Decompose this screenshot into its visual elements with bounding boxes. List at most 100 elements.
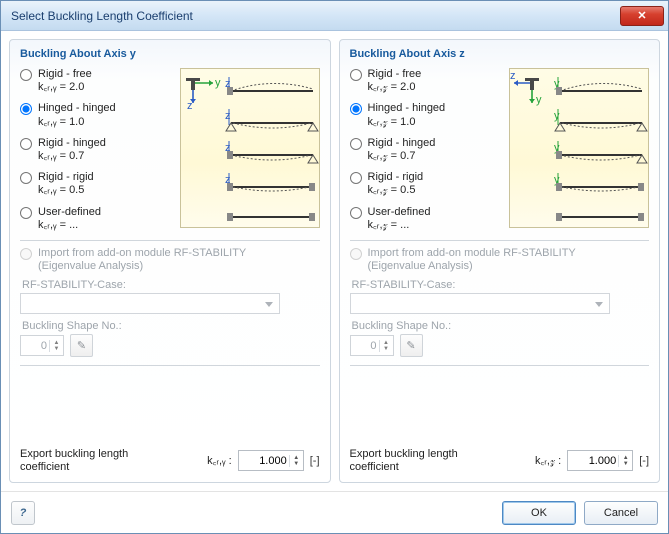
radio-sub: k꜀ᵣ,𝓏 = 2.0 <box>368 81 422 94</box>
divider <box>20 365 320 366</box>
shape-number-stepper-y: 0 ▲▼ <box>20 335 64 356</box>
panel-axis-y: Buckling About Axis y Rigid - freek꜀ᵣ,ᵧ … <box>9 39 331 483</box>
chevron-down-icon[interactable]: ▼ <box>290 461 303 467</box>
radio-rigid-hinged-y[interactable]: Rigid - hingedk꜀ᵣ,ᵧ = 0.7 <box>20 137 174 163</box>
kcr-input-y[interactable]: 1.000 ▲▼ <box>238 450 304 471</box>
panel-title-z: Buckling About Axis z <box>350 46 650 62</box>
radio-sub: k꜀ᵣ,𝓏 = 1.0 <box>368 116 446 129</box>
export-label-z: Export buckling length coefficient <box>350 448 460 474</box>
diagram-z: z y y y <box>509 68 649 228</box>
radio-label: Rigid - free <box>38 68 92 80</box>
radio-sub: k꜀ᵣ,𝓏 = 0.5 <box>368 184 424 197</box>
stability-case-select-z <box>350 293 610 314</box>
radio-rigid-free-y[interactable]: Rigid - freek꜀ᵣ,ᵧ = 2.0 <box>20 68 174 94</box>
shape-label-y: Buckling Shape No.: <box>22 320 320 332</box>
help-button[interactable]: ? <box>11 501 35 525</box>
footer: ? OK Cancel <box>1 491 668 533</box>
button-label: Cancel <box>604 507 638 519</box>
pick-shape-button-z: ✎ <box>400 334 423 357</box>
radio-rigid-rigid-y[interactable]: Rigid - rigidk꜀ᵣ,ᵧ = 0.5 <box>20 171 174 197</box>
radio-sub: k꜀ᵣ,ᵧ = 2.0 <box>38 81 92 94</box>
divider <box>350 240 650 241</box>
case-label-y: RF-STABILITY-Case: <box>22 279 320 291</box>
ok-button[interactable]: OK <box>502 501 576 525</box>
radio-sub: k꜀ᵣ,ᵧ = 1.0 <box>38 116 116 129</box>
window-title: Select Buckling Length Coefficient <box>11 9 193 23</box>
radio-user-defined-z[interactable]: User-definedk꜀ᵣ,𝓏 = ... <box>350 206 504 232</box>
svg-text:z: z <box>225 110 231 122</box>
radio-label: Hinged - hinged <box>368 102 446 114</box>
radio-sub: k꜀ᵣ,𝓏 = 0.7 <box>368 150 436 163</box>
svg-text:y: y <box>536 94 542 106</box>
radio-list-y: Rigid - freek꜀ᵣ,ᵧ = 2.0 Hinged - hinged k… <box>20 68 174 232</box>
import-block-z: Import from add-on module RF-STABILITY (… <box>350 247 650 357</box>
radio-input[interactable] <box>20 172 32 184</box>
radio-sub: k꜀ᵣ,ᵧ = ... <box>38 219 101 232</box>
svg-text:z: z <box>187 100 193 112</box>
help-icon: ? <box>20 507 27 519</box>
radio-rigid-hinged-z[interactable]: Rigid - hingedk꜀ᵣ,𝓏 = 0.7 <box>350 137 504 163</box>
radio-list-z: Rigid - freek꜀ᵣ,𝓏 = 2.0 Hinged - hinged k… <box>350 68 504 232</box>
case-label-z: RF-STABILITY-Case: <box>352 279 650 291</box>
radio-input[interactable] <box>350 138 362 150</box>
radio-input[interactable] <box>350 69 362 81</box>
radio-input[interactable] <box>350 207 362 219</box>
panel-title-y: Buckling About Axis y <box>20 46 320 62</box>
svg-text:y: y <box>215 77 221 89</box>
kcr-input-z[interactable]: 1.000 ▲▼ <box>567 450 633 471</box>
radio-user-defined-y[interactable]: User-definedk꜀ᵣ,ᵧ = ... <box>20 206 174 232</box>
radio-label: User-defined <box>38 206 101 218</box>
button-label: OK <box>531 507 547 519</box>
panel-axis-z: Buckling About Axis z Rigid - freek꜀ᵣ,𝓏 … <box>339 39 661 483</box>
close-button[interactable]: ✕ <box>620 6 664 26</box>
radio-input[interactable] <box>20 138 32 150</box>
divider <box>350 365 650 366</box>
radio-input[interactable] <box>20 69 32 81</box>
radio-sub: k꜀ᵣ,ᵧ = 0.7 <box>38 150 106 163</box>
radio-label: Rigid - hinged <box>38 137 106 149</box>
radio-label: Rigid - free <box>368 68 422 80</box>
cancel-button[interactable]: Cancel <box>584 501 658 525</box>
wand-icon: ✎ <box>77 339 86 352</box>
radio-hinged-hinged-z[interactable]: Hinged - hinged k꜀ᵣ,𝓏 = 1.0 <box>350 102 504 128</box>
radio-import-y: Import from add-on module RF-STABILITY (… <box>20 247 320 273</box>
stepper-value: 0 <box>21 340 49 352</box>
export-row-z: Export buckling length coefficient k꜀ᵣ,𝓏… <box>350 440 650 474</box>
radio-label: Hinged - hinged <box>38 102 116 114</box>
export-row-y: Export buckling length coefficient k꜀ᵣ,ᵧ… <box>20 440 320 474</box>
titlebar: Select Buckling Length Coefficient ✕ <box>1 1 668 31</box>
wand-icon: ✎ <box>406 339 415 352</box>
svg-text:y: y <box>554 110 560 122</box>
radio-sub: k꜀ᵣ,𝓏 = ... <box>368 219 431 232</box>
divider <box>20 240 320 241</box>
diagram-y: y z z <box>180 68 320 228</box>
input-value: 1.000 <box>239 455 289 467</box>
unit-z: [-] <box>639 455 649 467</box>
radio-input[interactable] <box>20 207 32 219</box>
export-label-y: Export buckling length coefficient <box>20 448 130 474</box>
radio-label: Rigid - hinged <box>368 137 436 149</box>
radio-rigid-rigid-z[interactable]: Rigid - rigidk꜀ᵣ,𝓏 = 0.5 <box>350 171 504 197</box>
radio-import-z: Import from add-on module RF-STABILITY (… <box>350 247 650 273</box>
content-area: Buckling About Axis y Rigid - freek꜀ᵣ,ᵧ … <box>1 31 668 491</box>
radio-input[interactable] <box>350 172 362 184</box>
dialog-window: Select Buckling Length Coefficient ✕ Buc… <box>0 0 669 534</box>
radio-input <box>350 248 362 260</box>
radio-sub: k꜀ᵣ,ᵧ = 0.5 <box>38 184 94 197</box>
input-value: 1.000 <box>568 455 618 467</box>
radio-input[interactable] <box>20 103 32 115</box>
chevron-down-icon: ▼ <box>50 346 63 352</box>
stability-case-select-y <box>20 293 280 314</box>
pick-shape-button-y: ✎ <box>70 334 93 357</box>
unit-y: [-] <box>310 455 320 467</box>
svg-text:z: z <box>510 70 516 82</box>
kcr-symbol-y: k꜀ᵣ,ᵧ : <box>207 453 232 468</box>
chevron-down-icon[interactable]: ▼ <box>619 461 632 467</box>
radio-rigid-free-z[interactable]: Rigid - freek꜀ᵣ,𝓏 = 2.0 <box>350 68 504 94</box>
import-label: Import from add-on module RF-STABILITY (… <box>368 247 576 273</box>
close-icon: ✕ <box>637 9 646 22</box>
stepper-value: 0 <box>351 340 379 352</box>
chevron-down-icon: ▼ <box>380 346 393 352</box>
radio-hinged-hinged-y[interactable]: Hinged - hinged k꜀ᵣ,ᵧ = 1.0 <box>20 102 174 128</box>
radio-input[interactable] <box>350 103 362 115</box>
